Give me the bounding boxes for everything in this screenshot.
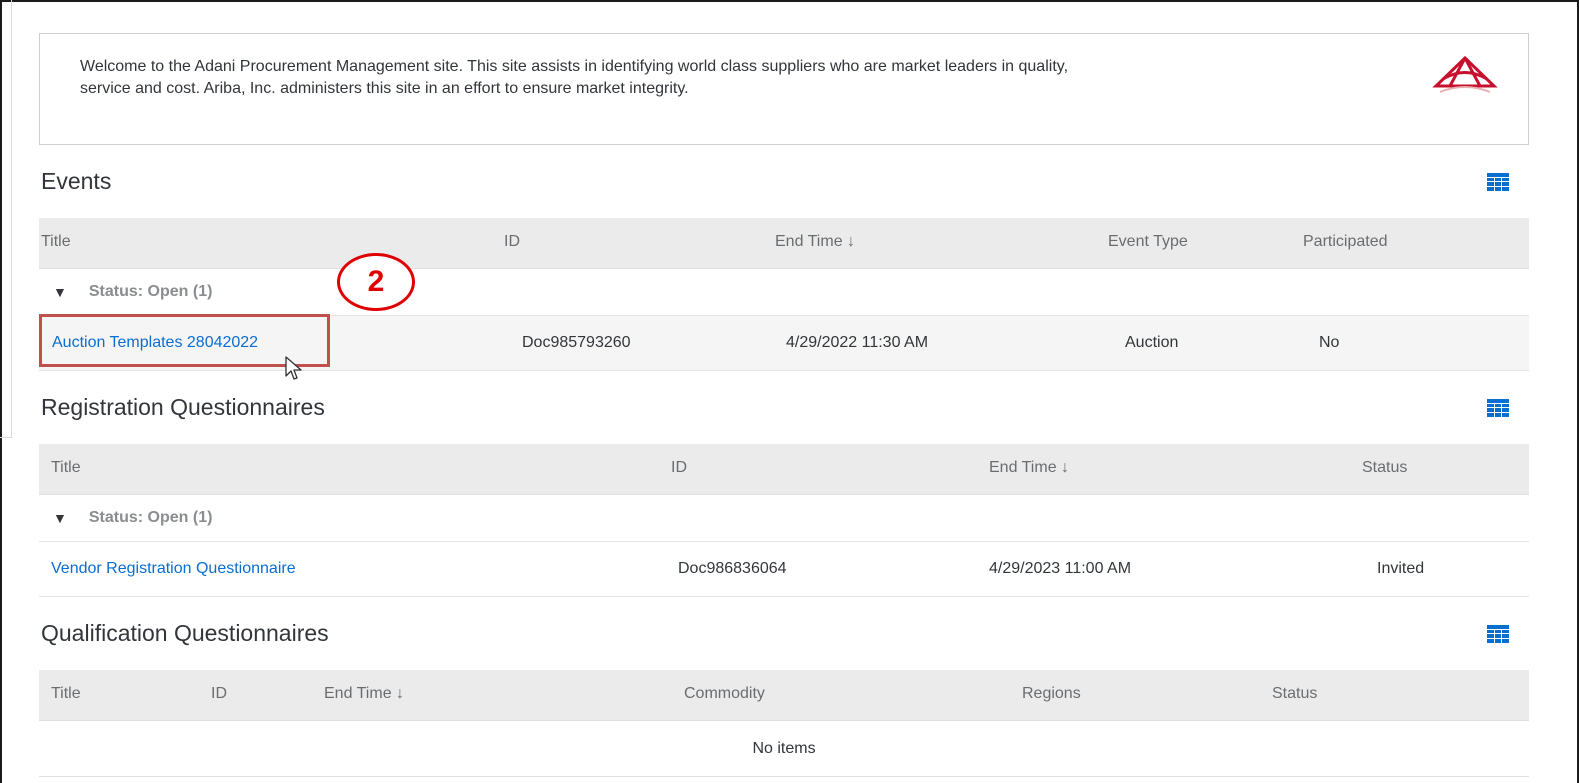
qualification-section-header: Qualification Questionnaires <box>39 597 1529 670</box>
events-col-title[interactable]: Title <box>41 233 71 251</box>
step-callout: 2 <box>337 253 415 311</box>
events-col-end-time[interactable]: End Time ↓ <box>775 233 855 251</box>
qualification-col-status[interactable]: Status <box>1272 685 1317 703</box>
main-content: Welcome to the Adani Procurement Managem… <box>39 33 1529 777</box>
qualification-col-id[interactable]: ID <box>211 685 227 703</box>
events-col-event-type[interactable]: Event Type <box>1108 233 1188 251</box>
registration-title-link[interactable]: Vendor Registration Questionnaire <box>51 560 296 578</box>
registration-col-end-time[interactable]: End Time ↓ <box>989 459 1069 477</box>
left-panel <box>0 0 12 438</box>
qualification-col-end-time[interactable]: End Time ↓ <box>324 685 404 703</box>
registration-col-id[interactable]: ID <box>671 459 687 477</box>
mouse-cursor-icon <box>285 356 302 380</box>
event-id: Doc985793260 <box>522 334 631 351</box>
qualification-col-regions[interactable]: Regions <box>1022 685 1081 703</box>
table-options-icon[interactable] <box>1487 624 1509 643</box>
collapse-triangle-icon[interactable]: ▼ <box>53 510 67 526</box>
registration-group-open[interactable]: ▼ Status: Open (1) <box>39 495 1529 542</box>
events-section-header: Events <box>39 145 1529 218</box>
registration-table-header: Title ID End Time ↓ Status <box>39 444 1529 495</box>
welcome-text: Welcome to the Adani Procurement Managem… <box>80 56 1400 100</box>
welcome-banner: Welcome to the Adani Procurement Managem… <box>39 33 1529 145</box>
table-row[interactable]: Vendor Registration Questionnaire Doc986… <box>39 542 1529 597</box>
registration-status: Invited <box>1377 560 1425 577</box>
registration-id: Doc986836064 <box>678 560 787 577</box>
table-options-icon[interactable] <box>1487 172 1509 191</box>
qualification-col-commodity[interactable]: Commodity <box>684 685 765 703</box>
events-title: Events <box>41 168 112 194</box>
registration-title: Registration Questionnaires <box>41 394 325 420</box>
welcome-text-line2: service and cost. Ariba, Inc. administer… <box>80 80 689 97</box>
events-table-header: Title ID End Time ↓ Event Type Participa… <box>39 218 1529 269</box>
events-col-id[interactable]: ID <box>504 233 520 251</box>
qualification-col-title[interactable]: Title <box>51 685 81 703</box>
table-options-icon[interactable] <box>1487 398 1509 417</box>
event-type: Auction <box>1125 334 1179 351</box>
event-participated: No <box>1319 334 1340 351</box>
qualification-table-header: Title ID End Time ↓ Commodity Regions St… <box>39 670 1529 721</box>
collapse-triangle-icon[interactable]: ▼ <box>53 284 67 300</box>
events-col-participated[interactable]: Participated <box>1303 233 1388 251</box>
ariba-logo-icon <box>1432 55 1498 93</box>
welcome-text-line1: Welcome to the Adani Procurement Managem… <box>80 58 1069 75</box>
events-group-open[interactable]: ▼ Status: Open (1) <box>39 269 1529 316</box>
events-group-label: Status: Open (1) <box>88 283 213 300</box>
registration-col-title[interactable]: Title <box>51 459 81 477</box>
qualification-empty-message: No items <box>39 721 1529 777</box>
qualification-title: Qualification Questionnaires <box>41 620 329 646</box>
event-end-time: 4/29/2022 11:30 AM <box>786 334 929 351</box>
registration-col-status[interactable]: Status <box>1362 459 1407 477</box>
registration-group-label: Status: Open (1) <box>88 509 213 526</box>
registration-end-time: 4/29/2023 11:00 AM <box>989 560 1132 577</box>
registration-section-header: Registration Questionnaires <box>39 371 1529 444</box>
